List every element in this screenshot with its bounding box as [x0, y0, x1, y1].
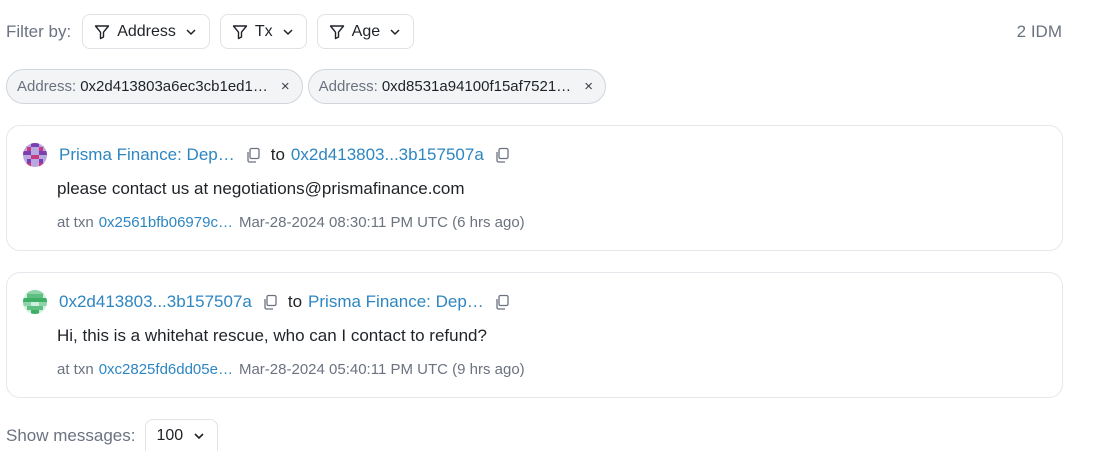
funnel-icon — [329, 24, 344, 39]
filter-address-button[interactable]: Address — [82, 14, 210, 49]
filter-chip: Address: 0xd8531a94100f15af7521… × — [307, 69, 606, 104]
copy-icon[interactable] — [494, 294, 510, 310]
message-card: 0x2d413803...3b157507a to Prisma Finance… — [6, 272, 1063, 398]
filter-label: Filter by: — [6, 21, 72, 41]
message-meta: at txn 0x2561bfb06979c… Mar-28-2024 08:3… — [57, 214, 525, 231]
chip-key: Address: — [17, 78, 77, 95]
page-size-select[interactable]: 100 — [145, 419, 219, 451]
filter-tx-label: Tx — [254, 22, 273, 40]
funnel-icon — [232, 24, 248, 39]
copy-icon[interactable] — [262, 294, 278, 310]
funnel-icon — [94, 24, 110, 39]
show-messages-label: Show messages: — [6, 426, 136, 445]
chevron-down-icon — [186, 28, 196, 35]
message-card: Prisma Finance: Dep… to 0x2d413803...3b1… — [6, 125, 1063, 251]
avatar — [23, 290, 47, 314]
to-label: to — [270, 145, 285, 164]
filter-address-label: Address — [117, 22, 176, 40]
copy-icon[interactable] — [494, 147, 510, 163]
pagination-footer: Show messages: 100 — [6, 419, 219, 451]
filter-tx-button[interactable]: Tx — [219, 14, 307, 49]
to-label: to — [287, 292, 303, 311]
chip-key: Address: — [318, 78, 378, 95]
sender-link[interactable]: 0x2d413803...3b157507a — [59, 292, 252, 312]
message-header: 0x2d413803...3b157507a to Prisma Finance… — [23, 290, 510, 314]
message-meta: at txn 0xc2825fd6dd05e… Mar-28-2024 05:4… — [57, 361, 525, 378]
chevron-down-icon — [283, 28, 293, 35]
timestamp: Mar-28-2024 08:30:11 PM UTC (6 hrs ago) — [238, 214, 525, 231]
close-icon[interactable]: × — [281, 79, 290, 94]
timestamp: Mar-28-2024 05:40:11 PM UTC (9 hrs ago) — [238, 361, 525, 378]
filter-age-label: Age — [351, 22, 381, 40]
message-text: Hi, this is a whitehat rescue, who can I… — [57, 326, 487, 345]
recipient-link[interactable]: 0x2d413803...3b157507a — [291, 145, 484, 165]
filter-age-button[interactable]: Age — [316, 14, 415, 49]
messages-panel: Filter by: Address Tx Age 2 IDM Address:… — [0, 0, 1102, 451]
txn-hash-link[interactable]: 0xc2825fd6dd05e… — [99, 361, 233, 378]
chip-value: 0xd8531a94100f15af7521… — [381, 78, 572, 95]
at-txn-label: at txn — [57, 361, 94, 378]
avatar — [23, 143, 47, 167]
message-text: please contact us at negotiations@prisma… — [57, 179, 465, 198]
txn-hash-link[interactable]: 0x2561bfb06979c… — [99, 214, 233, 231]
page-size-value: 100 — [156, 427, 184, 444]
chevron-down-icon — [390, 28, 400, 35]
sender-link[interactable]: Prisma Finance: Dep… — [59, 145, 235, 165]
at-txn-label: at txn — [57, 214, 94, 231]
active-filters: Address: 0x2d413803a6ec3cb1ed1… × Addres… — [6, 69, 611, 104]
close-icon[interactable]: × — [584, 79, 593, 94]
filter-chip: Address: 0x2d413803a6ec3cb1ed1… × — [6, 69, 303, 104]
filter-bar: Filter by: Address Tx Age 2 IDM — [6, 14, 1062, 49]
chevron-down-icon — [194, 433, 204, 440]
recipient-link[interactable]: Prisma Finance: Dep… — [308, 292, 484, 312]
copy-icon[interactable] — [245, 147, 261, 163]
chip-value: 0x2d413803a6ec3cb1ed1… — [80, 78, 268, 95]
message-header: Prisma Finance: Dep… to 0x2d413803...3b1… — [23, 143, 510, 167]
message-count: 2 IDM — [1016, 22, 1062, 41]
